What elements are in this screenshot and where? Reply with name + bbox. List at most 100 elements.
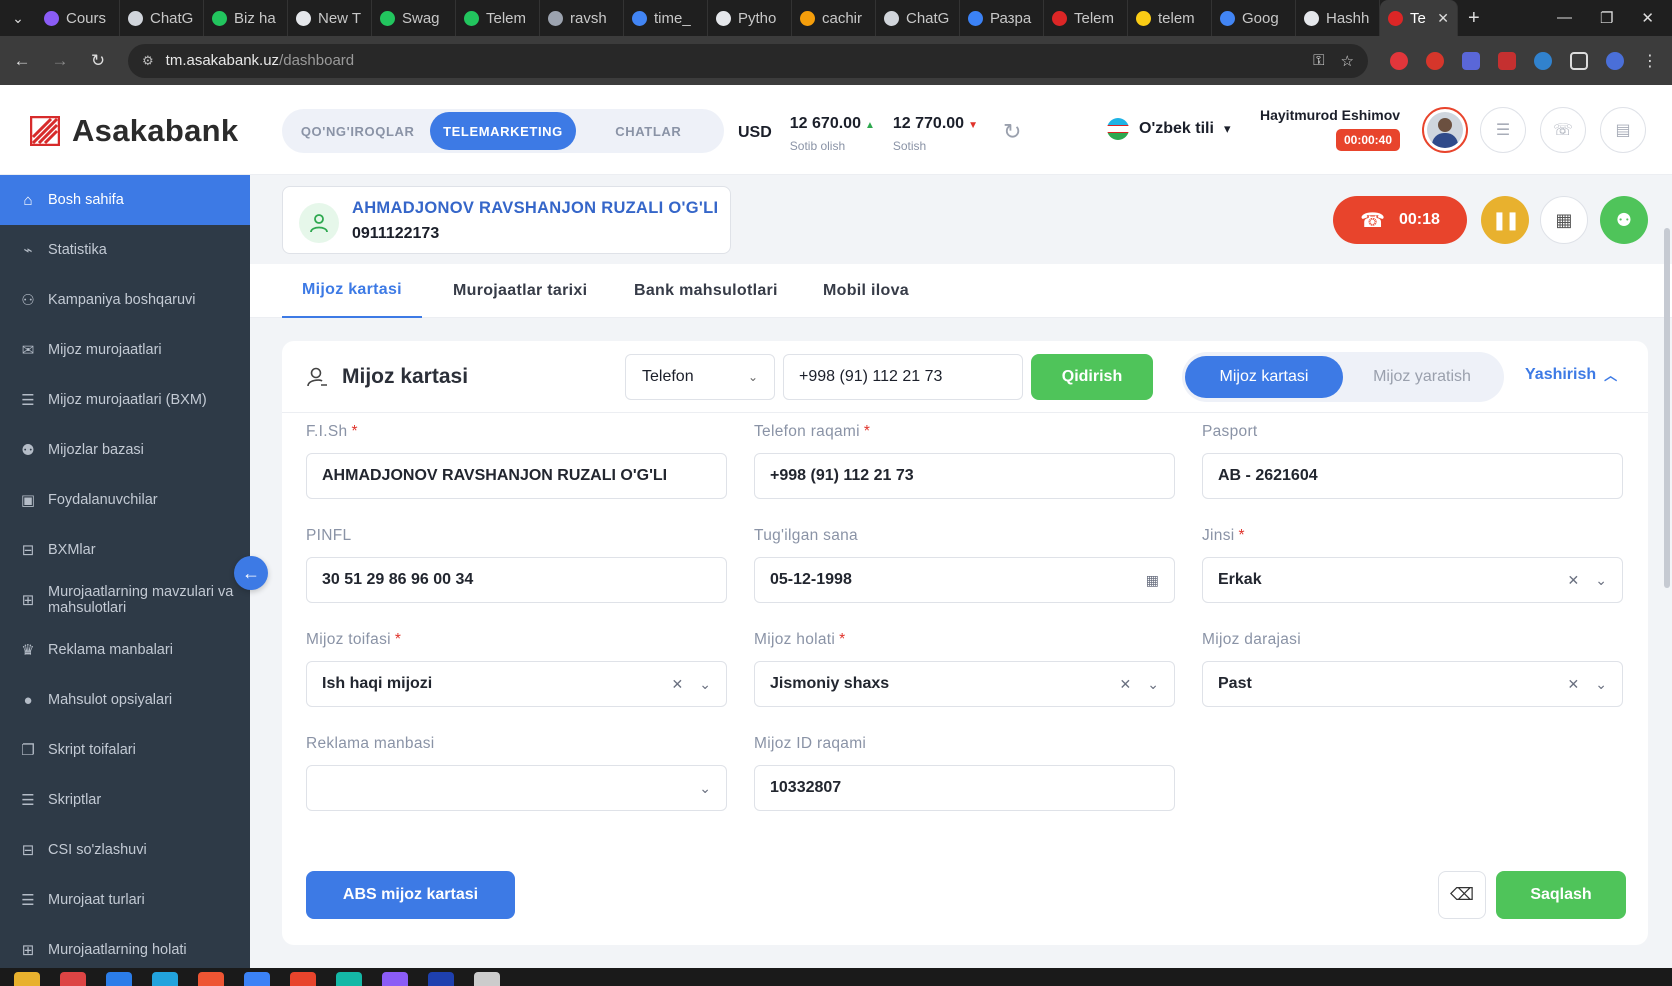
level-select[interactable]: Past ✕ ⌄ <box>1202 661 1623 707</box>
sidebar-item[interactable]: ❐ Skript toifalari <box>0 725 250 775</box>
browser-tab[interactable]: New T <box>288 0 372 36</box>
browser-tab[interactable]: ChatG <box>876 0 960 36</box>
browser-tab[interactable]: Telem <box>1044 0 1128 36</box>
mode-calls-button[interactable]: QO'NG'IROQLAR <box>285 112 430 150</box>
language-select[interactable]: O'zbek tili ▾ <box>1107 118 1230 140</box>
taskbar-app-icon[interactable] <box>14 972 40 986</box>
chevron-down-icon[interactable]: ⌄ <box>1595 572 1607 589</box>
browser-tab[interactable]: Goog <box>1212 0 1296 36</box>
blue-extension-icon[interactable] <box>1534 51 1552 70</box>
sidebar-item[interactable]: ☰ Mijoz murojaatlari (BXM) <box>0 375 250 425</box>
taskbar-app-icon[interactable] <box>244 972 270 986</box>
taskbar-app-icon[interactable] <box>428 972 454 986</box>
sidebar-item[interactable]: ⊞ Murojaatlarning mavzulari va mahsulotla… <box>0 575 250 625</box>
adblock-extension-icon[interactable] <box>1390 51 1408 70</box>
sidebar-item[interactable]: ⊞ Murojaatlarning holati <box>0 925 250 968</box>
red-extension-icon[interactable] <box>1498 51 1516 70</box>
forward-icon[interactable]: → <box>44 51 76 71</box>
taskbar-app-icon[interactable] <box>152 972 178 986</box>
mode-chats-button[interactable]: CHATLAR <box>576 112 721 150</box>
browser-tab[interactable]: Hashh <box>1296 0 1380 36</box>
taskbar-app-icon[interactable] <box>106 972 132 986</box>
abs-client-card-button[interactable]: ABS mijoz kartasi <box>306 871 515 919</box>
save-button[interactable]: Saqlash <box>1496 871 1626 919</box>
sidebar-item[interactable]: ⌂ Bosh sahifa <box>0 175 250 225</box>
pinfl-field[interactable]: 30 51 29 86 96 00 34 <box>306 557 727 603</box>
ad-source-select[interactable]: ⌄ <box>306 765 727 811</box>
browser-tab[interactable]: cachir <box>792 0 876 36</box>
chevron-down-icon[interactable]: ⌄ <box>699 780 711 797</box>
site-info-icon[interactable]: ⚙ <box>142 53 154 69</box>
clear-form-button[interactable]: ⌫ <box>1438 871 1486 919</box>
taskbar-app-icon[interactable] <box>336 972 362 986</box>
mode-telemarketing-button[interactable]: TELEMARKETING <box>430 112 576 150</box>
birthdate-field[interactable]: 05-12-1998 ▦ <box>754 557 1175 603</box>
sidebar-item[interactable]: ⌁ Statistika <box>0 225 250 275</box>
browser-tab[interactable]: Swag <box>372 0 456 36</box>
phone-field[interactable]: +998 (91) 112 21 73 <box>754 453 1175 499</box>
sidebar-item[interactable]: ⊟ BXMlar <box>0 525 250 575</box>
collapse-sidebar-arrow-icon[interactable]: ← <box>234 556 268 590</box>
close-window-icon[interactable]: ✕ <box>1641 9 1654 27</box>
badge-extension-icon[interactable] <box>1462 51 1480 70</box>
brand-logo[interactable]: Asakabank <box>30 113 238 149</box>
browser-tab[interactable]: Pytho <box>708 0 792 36</box>
search-type-select[interactable]: Telefon ⌄ <box>625 354 775 400</box>
sidebar-item[interactable]: ☰ Murojaat turlari <box>0 875 250 925</box>
browser-menu-icon[interactable]: ⋮ <box>1642 51 1658 71</box>
taskbar-app-icon[interactable] <box>60 972 86 986</box>
taskbar-app-icon[interactable] <box>474 972 500 986</box>
schedule-button[interactable]: ▦ <box>1540 196 1588 244</box>
chevron-down-icon[interactable]: ⌄ <box>699 676 711 693</box>
category-select[interactable]: Ish haqi mijozi ✕ ⌄ <box>306 661 727 707</box>
search-button[interactable]: Qidirish <box>1031 354 1153 400</box>
profile-icon[interactable] <box>1606 51 1624 70</box>
clear-icon[interactable]: ✕ <box>672 676 684 693</box>
page-scrollbar[interactable] <box>1664 228 1670 588</box>
browser-tab[interactable]: Te ✕ <box>1380 0 1458 36</box>
taskbar-app-icon[interactable] <box>382 972 408 986</box>
browser-tab[interactable]: Cours <box>36 0 120 36</box>
passport-field[interactable]: AB - 2621604 <box>1202 453 1623 499</box>
address-bar[interactable]: ⚙ tm.asakabank.uz/dashboard ⚿ ☆ <box>128 43 1368 78</box>
sidebar-item[interactable]: ☰ Skriptlar <box>0 775 250 825</box>
tab-client-card[interactable]: Mijoz kartasi <box>282 264 422 318</box>
segment-create-client[interactable]: Mijoz yaratish <box>1343 356 1501 398</box>
taskbar-app-icon[interactable] <box>198 972 224 986</box>
new-tab-icon[interactable]: + <box>1468 7 1480 30</box>
browser-tab[interactable]: ChatG <box>120 0 204 36</box>
sidebar-item[interactable]: ⚇ Kampaniya boshqaruvi <box>0 275 250 325</box>
sidebar-item[interactable]: ✉ Mijoz murojaatlari <box>0 325 250 375</box>
bookmark-star-icon[interactable]: ☆ <box>1341 52 1354 70</box>
hide-toggle[interactable]: Yashirish ︿ <box>1525 365 1617 384</box>
sidebar-item[interactable]: ♛ Reklama manbalari <box>0 625 250 675</box>
browser-tab[interactable]: Telem <box>456 0 540 36</box>
tab-mobile-app[interactable]: Mobil ilova <box>803 264 929 318</box>
tab-search-icon[interactable]: ⌄ <box>0 0 36 36</box>
refresh-rates-icon[interactable]: ↻ <box>1003 119 1021 145</box>
book-icon[interactable]: ▤ <box>1600 107 1646 153</box>
reload-icon[interactable]: ↻ <box>82 51 114 71</box>
calendar-icon[interactable]: ▦ <box>1146 572 1159 589</box>
tab-request-history[interactable]: Murojaatlar tarixi <box>433 264 607 318</box>
chevron-down-icon[interactable]: ⌄ <box>1147 676 1159 693</box>
maximize-icon[interactable]: ❐ <box>1600 9 1613 27</box>
message-status-icon[interactable]: ☰ <box>1480 107 1526 153</box>
fish-field[interactable]: AHMADJONOV RAVSHANJON RUZALI O'G'LI <box>306 453 727 499</box>
segment-client-card[interactable]: Mijoz kartasi <box>1185 356 1343 398</box>
browser-tab[interactable]: ravsh <box>540 0 624 36</box>
close-tab-icon[interactable]: ✕ <box>1437 10 1449 27</box>
status-select[interactable]: Jismoniy shaxs ✕ ⌄ <box>754 661 1175 707</box>
taskbar-app-icon[interactable] <box>290 972 316 986</box>
browser-tab[interactable]: time_ <box>624 0 708 36</box>
browser-tab[interactable]: Biz ha <box>204 0 288 36</box>
sidebar-item[interactable]: ⚉ Mijozlar bazasi <box>0 425 250 475</box>
phone-status-icon[interactable]: ☏ <box>1540 107 1586 153</box>
gender-select[interactable]: Erkak ✕ ⌄ <box>1202 557 1623 603</box>
minimize-icon[interactable]: — <box>1557 9 1572 27</box>
clear-icon[interactable]: ✕ <box>1120 676 1132 693</box>
clear-icon[interactable]: ✕ <box>1568 676 1580 693</box>
hangup-button[interactable]: ☎ 00:18 <box>1333 196 1467 244</box>
mail-extension-icon[interactable] <box>1426 51 1444 70</box>
chevron-down-icon[interactable]: ⌄ <box>1595 676 1607 693</box>
